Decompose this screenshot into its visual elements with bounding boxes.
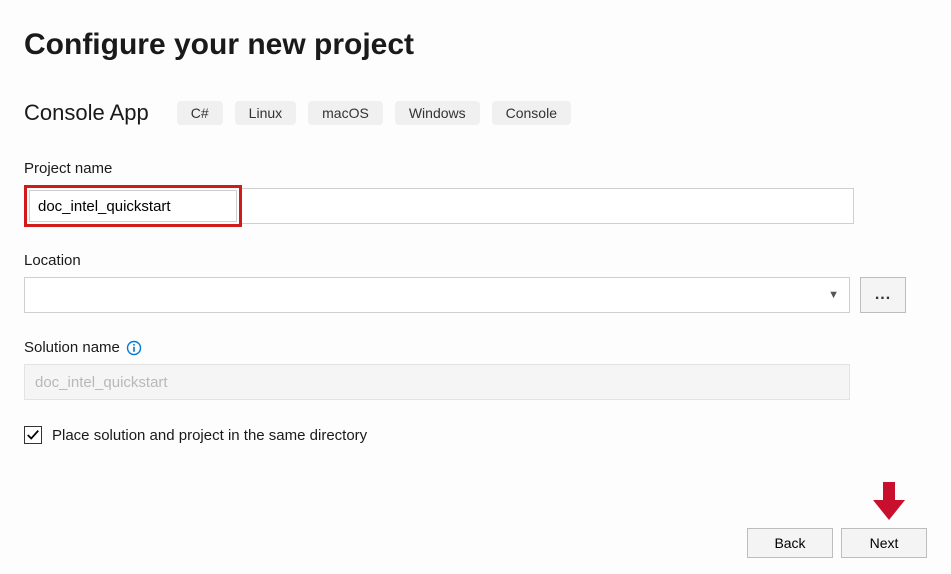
- same-directory-row: Place solution and project in the same d…: [24, 426, 927, 444]
- template-tag: Console: [492, 101, 571, 125]
- location-combobox[interactable]: ▼: [24, 277, 850, 313]
- project-name-input[interactable]: [29, 190, 237, 222]
- template-tag: macOS: [308, 101, 383, 125]
- solution-name-group: Solution name: [24, 339, 927, 400]
- project-name-group: Project name: [24, 160, 927, 226]
- project-name-label: Project name: [24, 160, 927, 177]
- same-directory-label: Place solution and project in the same d…: [52, 427, 367, 444]
- next-button[interactable]: Next: [841, 528, 927, 558]
- annotation-arrow-icon: [873, 482, 905, 520]
- template-tag: C#: [177, 101, 223, 125]
- browse-location-button[interactable]: ...: [860, 277, 906, 313]
- same-directory-checkbox[interactable]: [24, 426, 42, 444]
- chevron-down-icon: ▼: [828, 289, 839, 301]
- page-title: Configure your new project: [24, 28, 927, 62]
- template-tag: Linux: [235, 101, 296, 125]
- solution-name-label-text: Solution name: [24, 339, 120, 356]
- template-tag: Windows: [395, 101, 480, 125]
- project-name-input-extent[interactable]: [242, 188, 854, 224]
- solution-name-input: [24, 364, 850, 400]
- template-name: Console App: [24, 100, 149, 126]
- template-summary: Console App C# Linux macOS Windows Conso…: [24, 100, 927, 126]
- wizard-footer: Back Next: [747, 528, 927, 558]
- check-icon: [26, 428, 40, 442]
- solution-name-label: Solution name: [24, 339, 927, 356]
- annotation-highlight: [24, 185, 242, 227]
- location-group: Location ▼ ...: [24, 252, 927, 313]
- info-icon[interactable]: [126, 340, 142, 356]
- location-label: Location: [24, 252, 927, 269]
- back-button[interactable]: Back: [747, 528, 833, 558]
